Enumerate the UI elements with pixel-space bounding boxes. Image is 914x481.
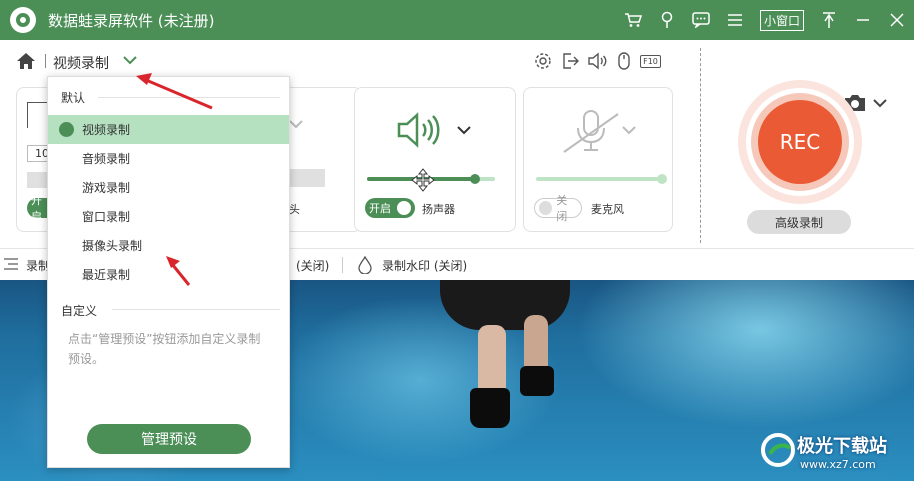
site-watermark-title: 极光下载站 — [797, 436, 887, 457]
annotation-arrow — [136, 73, 213, 110]
site-watermark-url: www.xz7.com — [800, 458, 876, 471]
annotation-arrows — [136, 73, 213, 286]
annotation-arrow — [166, 256, 191, 286]
site-logo-icon — [761, 433, 795, 467]
site-watermark: 极光下载站 www.xz7.com — [760, 428, 914, 478]
